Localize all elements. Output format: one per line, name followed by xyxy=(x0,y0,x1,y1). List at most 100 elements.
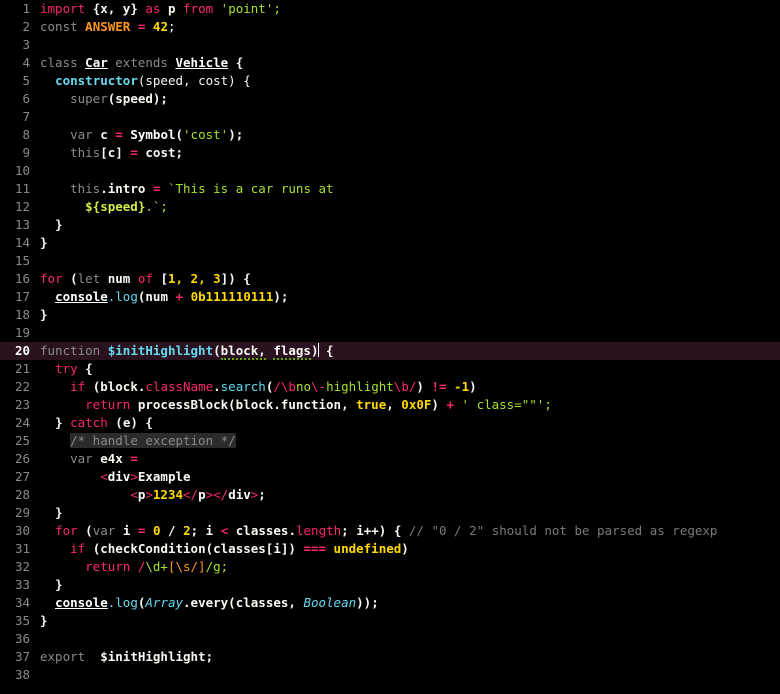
line-number: 28 xyxy=(14,487,30,502)
code-line[interactable]: 38 xyxy=(0,666,780,684)
token-method-log: .log xyxy=(107,595,138,610)
code-line[interactable]: 27 <div>Example xyxy=(0,468,780,486)
line-content[interactable]: /* handle exception */ xyxy=(40,432,780,450)
code-line[interactable]: 34 console.log(Array.every(classes, Bool… xyxy=(0,594,780,612)
token-method-log: .log xyxy=(107,289,138,304)
line-content[interactable]: const ANSWER = 42; xyxy=(40,18,780,36)
line-content[interactable]: } xyxy=(40,576,780,594)
code-line[interactable]: 8 var c = Symbol('cost'); xyxy=(0,126,780,144)
code-line[interactable]: 22 if (block.className.search(/\bno\-hig… xyxy=(0,378,780,396)
token-brace: { xyxy=(235,55,244,70)
token-keyword-return: return xyxy=(85,559,131,574)
code-line[interactable]: 33 } xyxy=(0,576,780,594)
code-line[interactable]: 26 var e4x = xyxy=(0,450,780,468)
line-content[interactable]: ${speed}.`; xyxy=(40,198,780,216)
code-line[interactable]: 35 } xyxy=(0,612,780,630)
code-line[interactable]: 12 ${speed}.`; xyxy=(0,198,780,216)
line-number: 16 xyxy=(14,271,30,286)
line-content[interactable]: import {x, y} as p from 'point'; xyxy=(40,0,780,18)
code-line[interactable]: 1 import {x, y} as p from 'point'; xyxy=(0,0,780,18)
code-line[interactable]: 32 return /\d+[\s/]/g; xyxy=(0,558,780,576)
line-content[interactable]: } xyxy=(40,504,780,522)
line-content[interactable]: } xyxy=(40,306,780,324)
code-line[interactable]: 17 console.log(num + 0b111110111); xyxy=(0,288,780,306)
line-content[interactable]: try { xyxy=(40,360,780,378)
token-keyword-try: try xyxy=(55,361,78,376)
code-line[interactable]: 23 return processBlock(block.function, t… xyxy=(0,396,780,414)
line-number: 9 xyxy=(22,145,30,160)
line-content[interactable]: } xyxy=(40,234,780,252)
line-content[interactable]: this.intro = `This is a car runs at xyxy=(40,180,780,198)
token-identifier-c: c xyxy=(100,127,108,142)
line-content[interactable]: console.log(num + 0b111110111); xyxy=(40,288,780,306)
token-operator-divide: / xyxy=(168,523,176,538)
line-content[interactable]: } catch (e) { xyxy=(40,414,780,432)
code-line[interactable]: 9 this[c] = cost; xyxy=(0,144,780,162)
token-brace: } xyxy=(55,415,63,430)
line-content[interactable]: } xyxy=(40,216,780,234)
token-keyword-function: function xyxy=(40,343,101,358)
code-line[interactable]: 21 try { xyxy=(0,360,780,378)
code-line[interactable]: 13 } xyxy=(0,216,780,234)
line-content[interactable]: <p>1234</p></div>; xyxy=(40,486,780,504)
code-line[interactable]: 18 } xyxy=(0,306,780,324)
code-line[interactable]: 36 xyxy=(0,630,780,648)
line-number: 7 xyxy=(22,109,30,124)
token-regex-escape-b: \b xyxy=(280,379,296,394)
line-content[interactable]: return /\d+[\s/]/g; xyxy=(40,558,780,576)
line-content[interactable]: class Car extends Vehicle { xyxy=(40,54,780,72)
token-number-hex: 0x0F xyxy=(401,397,432,412)
code-line[interactable]: 19 xyxy=(0,324,780,342)
code-line[interactable]: 29 } xyxy=(0,504,780,522)
line-content[interactable]: constructor(speed, cost) { xyxy=(40,72,780,90)
line-content[interactable]: for (var i = 0 / 2; i < classes.length; … xyxy=(40,522,780,540)
line-content[interactable]: return processBlock(block.function, true… xyxy=(40,396,780,414)
token-keyword-this: this xyxy=(70,181,101,196)
code-line[interactable]: 10 xyxy=(0,162,780,180)
token-string-point: 'point'; xyxy=(220,1,281,16)
token-operator-eq: = xyxy=(130,451,138,466)
token-builtin-array: Array xyxy=(145,595,184,610)
code-line[interactable]: 37 export $initHighlight; xyxy=(0,648,780,666)
line-content[interactable]: for (let num of [1, 2, 3]) { xyxy=(40,270,780,288)
line-content[interactable]: function $initHighlight(block, flags) { xyxy=(40,342,780,360)
code-line[interactable]: 28 <p>1234</p></div>; xyxy=(0,486,780,504)
token-keyword-of: of xyxy=(137,271,153,286)
token-param-block: block, xyxy=(220,343,266,360)
line-content[interactable]: var c = Symbol('cost'); xyxy=(40,126,780,144)
line-number: 8 xyxy=(22,127,30,142)
line-content[interactable]: super(speed); xyxy=(40,90,780,108)
code-line[interactable]: 25 /* handle exception */ xyxy=(0,432,780,450)
code-line[interactable]: 2 const ANSWER = 42; xyxy=(0,18,780,36)
code-line-active[interactable]: 20 function $initHighlight(block, flags)… xyxy=(0,342,780,360)
code-editor[interactable]: 1 import {x, y} as p from 'point'; 2 con… xyxy=(0,0,780,694)
line-content[interactable]: if (block.className.search(/\bno\-highli… xyxy=(40,378,780,396)
token-method-every: .every(classes, xyxy=(183,595,304,610)
line-content[interactable]: var e4x = xyxy=(40,450,780,468)
code-line[interactable]: 14 } xyxy=(0,234,780,252)
code-line[interactable]: 7 xyxy=(0,108,780,126)
line-number: 35 xyxy=(14,613,30,628)
code-line[interactable]: 30 for (var i = 0 / 2; i < classes.lengt… xyxy=(0,522,780,540)
line-number: 11 xyxy=(14,181,30,196)
token-keyword-var: var xyxy=(92,523,116,538)
line-content[interactable]: <div>Example xyxy=(40,468,780,486)
code-line[interactable]: 11 this.intro = `This is a car runs at xyxy=(0,180,780,198)
line-content[interactable]: console.log(Array.every(classes, Boolean… xyxy=(40,594,780,612)
token-keyword-for: for xyxy=(55,523,78,538)
code-line[interactable]: 15 xyxy=(0,252,780,270)
code-line[interactable]: 24 } catch (e) { xyxy=(0,414,780,432)
line-content[interactable]: if (checkCondition(classes[i]) === undef… xyxy=(40,540,780,558)
code-line[interactable]: 16 for (let num of [1, 2, 3]) { xyxy=(0,270,780,288)
code-line[interactable]: 4 class Car extends Vehicle { xyxy=(0,54,780,72)
code-line[interactable]: 6 super(speed); xyxy=(0,90,780,108)
line-content[interactable]: export $initHighlight; xyxy=(40,648,780,666)
token-template-substitution: ${speed} xyxy=(85,199,146,214)
line-content[interactable]: this[c] = cost; xyxy=(40,144,780,162)
code-line[interactable]: 3 xyxy=(0,36,780,54)
line-content[interactable]: } xyxy=(40,612,780,630)
token-method-search: search xyxy=(220,379,266,394)
code-line[interactable]: 5 constructor(speed, cost) { xyxy=(0,72,780,90)
token-identifier-p: p xyxy=(167,1,176,16)
code-line[interactable]: 31 if (checkCondition(classes[i]) === un… xyxy=(0,540,780,558)
